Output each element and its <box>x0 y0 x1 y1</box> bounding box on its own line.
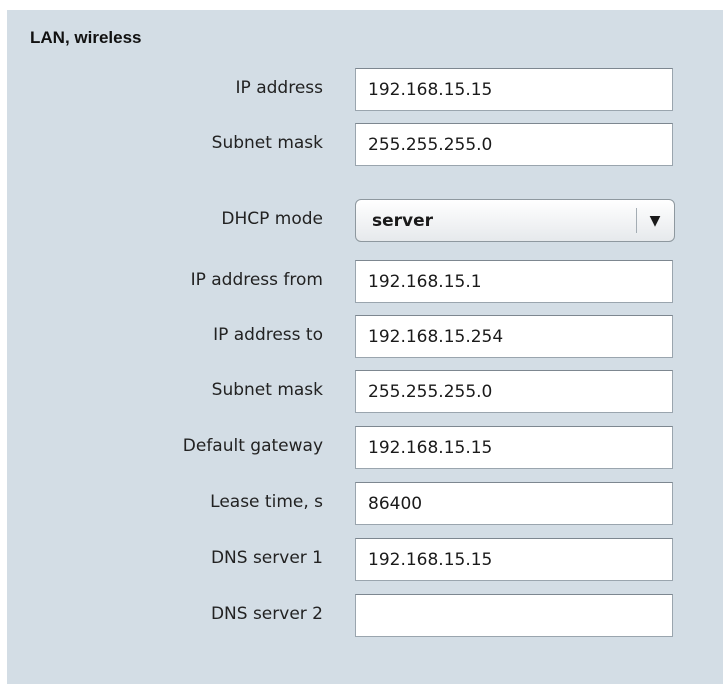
lan-wireless-panel: LAN, wireless IP address Subnet mask DHC… <box>7 10 723 684</box>
dhcp-mode-select[interactable]: server ▼ <box>355 199 675 242</box>
dns-server-2-input[interactable] <box>355 594 673 637</box>
ip-address-to-input[interactable] <box>355 315 673 358</box>
dns-server-1-label: DNS server 1 <box>210 548 323 568</box>
lease-time-input[interactable] <box>355 482 673 525</box>
dhcp-mode-row: DHCP mode server ▼ <box>7 199 723 244</box>
subnet-mask-input[interactable] <box>355 123 673 166</box>
lease-time-label: Lease time, s <box>210 492 323 512</box>
dns-server-1-row: DNS server 1 <box>7 538 723 583</box>
lease-time-row: Lease time, s <box>7 482 723 527</box>
subnet-mask-label: Subnet mask <box>211 133 323 153</box>
ip-address-to-label: IP address to <box>213 325 323 345</box>
dns-server-2-label: DNS server 2 <box>210 604 323 624</box>
dns-server-1-input[interactable] <box>355 538 673 581</box>
default-gateway-row: Default gateway <box>7 426 723 471</box>
ip-address-label: IP address <box>235 78 323 98</box>
dhcp-subnet-mask-label: Subnet mask <box>211 380 323 400</box>
dropdown-divider <box>636 208 637 233</box>
dhcp-subnet-mask-row: Subnet mask <box>7 370 723 415</box>
ip-address-to-row: IP address to <box>7 315 723 360</box>
dhcp-mode-selected-value: server <box>372 211 434 231</box>
ip-address-from-input[interactable] <box>355 260 673 303</box>
chevron-down-icon[interactable]: ▼ <box>643 210 667 232</box>
dns-server-2-row: DNS server 2 <box>7 594 723 639</box>
ip-address-from-label: IP address from <box>190 270 323 290</box>
ip-address-input[interactable] <box>355 68 673 111</box>
dhcp-subnet-mask-input[interactable] <box>355 370 673 413</box>
section-title: LAN, wireless <box>30 28 142 47</box>
dhcp-mode-label: DHCP mode <box>221 209 323 229</box>
ip-address-row: IP address <box>7 68 723 113</box>
ip-address-from-row: IP address from <box>7 260 723 305</box>
subnet-mask-row: Subnet mask <box>7 123 723 168</box>
default-gateway-label: Default gateway <box>182 436 323 456</box>
default-gateway-input[interactable] <box>355 426 673 469</box>
